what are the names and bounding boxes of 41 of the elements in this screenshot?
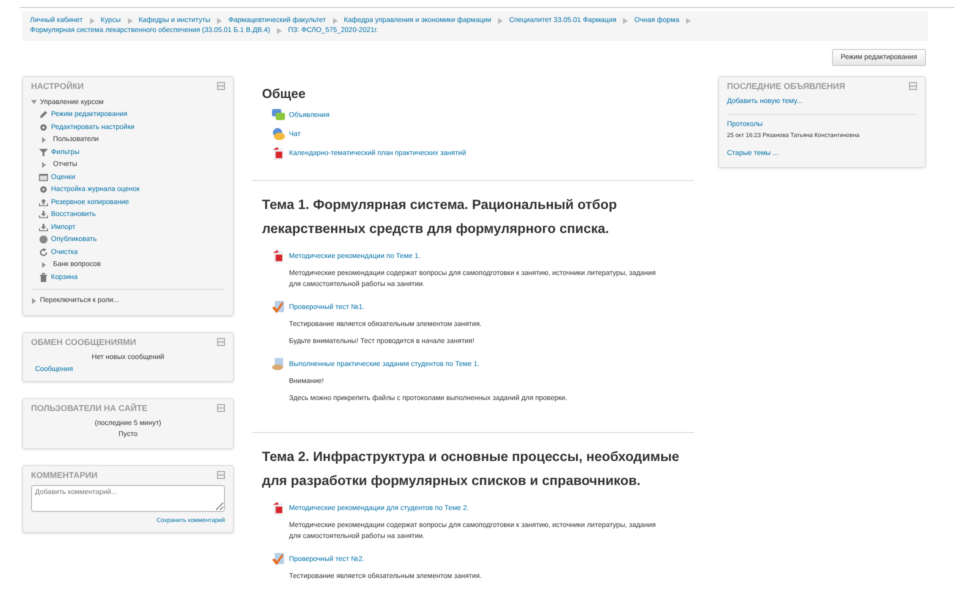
block-title: ПОЛЬЗОВАТЕЛИ НА САЙТЕ — [31, 403, 148, 413]
chat-bubble-icon — [272, 128, 285, 141]
speech-bubbles-icon — [272, 109, 285, 122]
section-title: Общее — [261, 85, 307, 103]
section-title: Тема 1. Формулярная система. Рациональный отбор лекарственных средств для формулярного списка. — [261, 196, 618, 238]
trash-icon — [39, 272, 48, 282]
separator-icon — [332, 18, 338, 24]
collapse-icon[interactable] — [217, 82, 225, 90]
collapse-icon[interactable] — [217, 404, 225, 412]
collapse-icon[interactable] — [909, 82, 917, 90]
separator-icon — [276, 28, 282, 34]
separator-icon — [685, 18, 692, 24]
table-icon — [39, 172, 48, 182]
pdf-file-icon — [272, 147, 285, 160]
collapse-icon[interactable] — [217, 338, 225, 346]
pdf-file-icon — [272, 250, 285, 263]
separator-icon — [88, 18, 95, 24]
pdf-file-icon — [272, 502, 285, 515]
filter-icon — [39, 148, 48, 157]
separator-icon — [497, 18, 504, 24]
checkmark-icon — [272, 553, 285, 566]
tree-toggle-icon[interactable] — [41, 262, 47, 268]
tree-toggle-icon[interactable] — [41, 162, 47, 168]
checkmark-icon — [272, 301, 285, 314]
collapse-icon[interactable] — [217, 471, 225, 479]
tree-toggle-icon[interactable] — [41, 136, 47, 143]
block-title: НАСТРОЙКИ — [31, 81, 84, 91]
download-icon — [39, 210, 48, 220]
block-title: ПОСЛЕДНИЕ ОБЪЯВЛЕНИЯ — [727, 81, 846, 91]
separator-icon — [622, 18, 628, 24]
section-title: Тема 2. Инфраструктура и основные процессы, необходимые для разработки формулярных списков и справочников. — [261, 448, 680, 490]
upload-icon — [39, 198, 48, 207]
refresh-icon — [39, 248, 48, 257]
tree-toggle-icon[interactable] — [31, 99, 37, 106]
download-icon — [39, 222, 48, 232]
block-title: ОБМЕН СООБЩЕНИЯМИ — [31, 337, 136, 347]
separator-icon — [216, 18, 222, 24]
tree-toggle-icon[interactable] — [31, 298, 37, 304]
separator-icon — [126, 18, 133, 24]
block-title: КОММЕНТАРИИ — [31, 470, 98, 480]
pencil-icon — [39, 110, 48, 120]
